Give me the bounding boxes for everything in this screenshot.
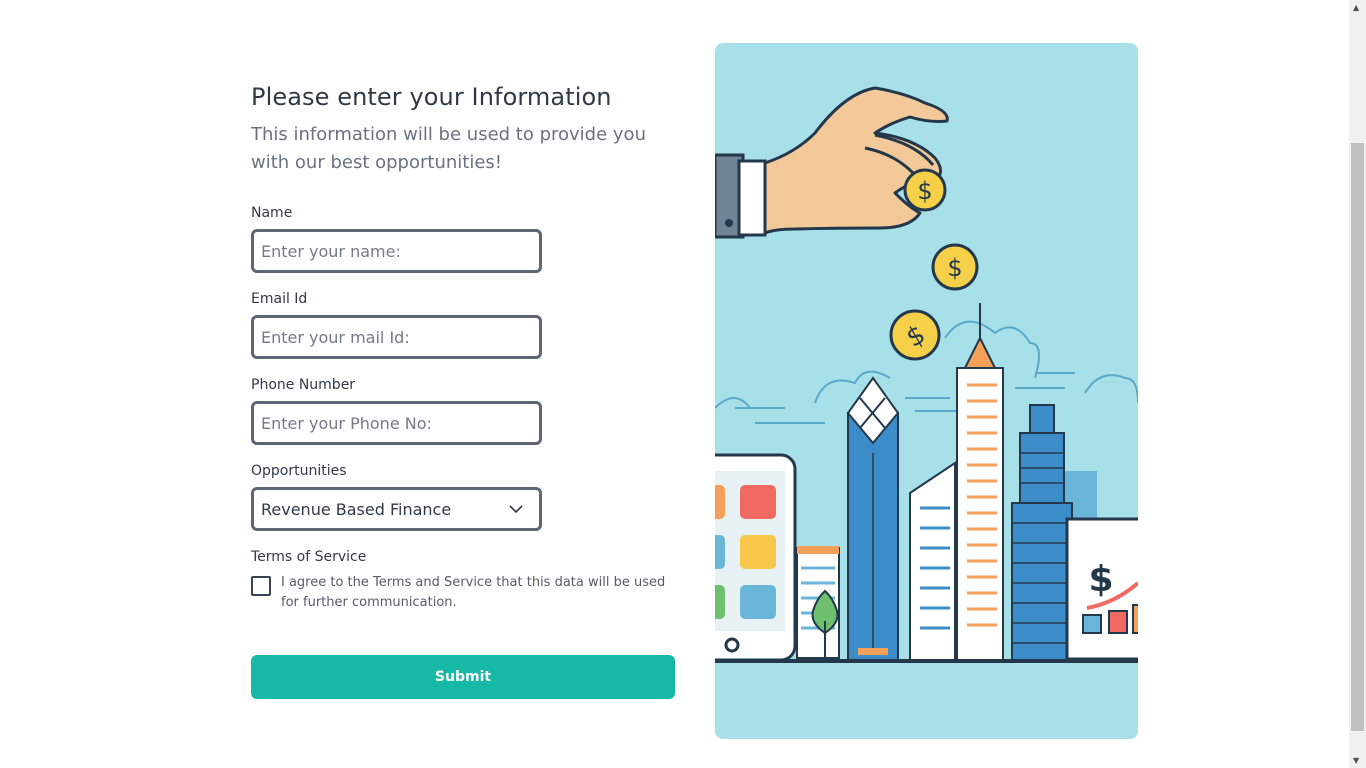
opportunities-select[interactable]: Revenue Based Finance (251, 487, 542, 531)
phone-group: Phone Number (251, 377, 542, 445)
submit-button[interactable]: Submit (251, 655, 675, 699)
scrollbar-thumb[interactable] (1351, 143, 1364, 731)
email-label: Email Id (251, 291, 308, 307)
page-scrollbar[interactable]: ▲ ▼ (1349, 0, 1366, 768)
terms-label: Terms of Service (251, 549, 367, 565)
info-form: Please enter your Information This infor… (251, 80, 681, 610)
coin-icon-1: $ (903, 168, 947, 212)
terms-checkbox[interactable] (251, 576, 271, 596)
coin-icon-3: $ (889, 309, 941, 361)
name-input[interactable] (251, 229, 542, 273)
svg-text:$: $ (917, 177, 932, 205)
illustration-graphic: $ $ $ $ (715, 86, 1138, 663)
finance-city-illustration: $ $ $ $ (715, 43, 1138, 739)
scroll-down-icon[interactable]: ▼ (1353, 756, 1359, 765)
hand-icon (715, 86, 949, 239)
svg-text:$: $ (947, 254, 962, 282)
terms-row: I agree to the Terms and Service that th… (251, 573, 671, 613)
coin-icon-2: $ (931, 243, 979, 291)
chevron-down-icon (503, 496, 529, 522)
opportunities-selected-value: Revenue Based Finance (261, 499, 452, 519)
tablet-icon (715, 453, 797, 662)
chart-board-icon: $ (1065, 517, 1138, 661)
opportunities-label: Opportunities (251, 463, 347, 479)
scroll-up-icon[interactable]: ▲ (1353, 3, 1359, 12)
name-label: Name (251, 205, 293, 221)
page-subtitle: This information will be used to provide… (251, 124, 646, 173)
email-group: Email Id (251, 291, 542, 359)
opportunities-group: Opportunities Revenue Based Finance (251, 463, 542, 531)
email-input[interactable] (251, 315, 542, 359)
phone-label: Phone Number (251, 377, 356, 393)
name-group: Name (251, 205, 542, 273)
terms-group: Terms of Service I agree to the Terms an… (251, 549, 671, 613)
phone-input[interactable] (251, 401, 542, 445)
terms-text: I agree to the Terms and Service that th… (281, 575, 666, 610)
svg-text:$: $ (1088, 559, 1113, 600)
page-title: Please enter your Information (251, 83, 612, 111)
